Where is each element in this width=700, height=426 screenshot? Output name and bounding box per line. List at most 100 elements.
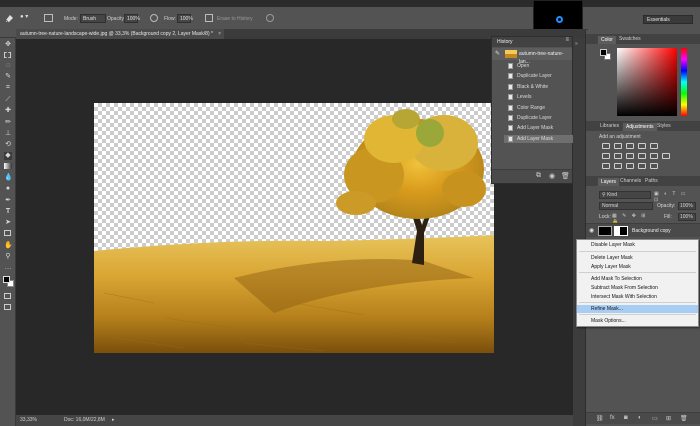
mode-select[interactable]: Brush <box>80 14 106 23</box>
close-tab-icon[interactable]: × <box>218 29 221 39</box>
brightness-icon[interactable] <box>602 143 610 149</box>
hue-slider[interactable] <box>681 48 687 116</box>
exposure-icon[interactable] <box>638 143 646 149</box>
new-layer-icon[interactable]: ⊞ <box>666 415 671 422</box>
more-tools-icon[interactable]: … <box>4 264 12 272</box>
tab-libraries[interactable]: Libraries <box>597 122 622 130</box>
status-menu-arrow-icon[interactable]: ▸ <box>112 415 115 426</box>
brush-tool-icon[interactable]: ✏ <box>4 119 12 127</box>
camera-icon[interactable]: ◉ <box>549 172 555 180</box>
zoom-tool-icon[interactable]: ⚲ <box>4 253 12 261</box>
document-canvas[interactable] <box>94 103 494 353</box>
eyedropper-tool-icon[interactable]: ⟋ <box>4 96 12 104</box>
threshold-icon[interactable] <box>626 163 634 169</box>
history-item[interactable]: Black & White <box>504 83 573 91</box>
hue-saturation-icon[interactable] <box>602 153 610 159</box>
context-menu-item[interactable]: Mask Options... <box>577 317 698 325</box>
photo-filter-icon[interactable] <box>638 153 646 159</box>
pressure-size-icon[interactable] <box>266 14 274 22</box>
history-panel-title[interactable]: History <box>497 38 513 46</box>
blend-mode-select[interactable]: Normal <box>599 202 653 210</box>
fx-icon[interactable]: fx <box>610 415 615 421</box>
brush-preset-picker[interactable]: ● ▾ <box>20 13 38 23</box>
path-selection-tool-icon[interactable]: ➤ <box>4 219 12 227</box>
shape-tool-icon[interactable] <box>4 230 11 236</box>
color-lookup-icon[interactable] <box>662 153 670 159</box>
trash-icon[interactable]: 🗑 <box>561 172 570 180</box>
erase-to-history-checkbox[interactable]: Erase to History <box>217 16 253 22</box>
crop-tool-icon[interactable]: ⌗ <box>4 84 12 92</box>
context-menu-item[interactable]: Apply Layer Mask <box>577 263 698 271</box>
marquee-tool-icon[interactable] <box>4 52 11 58</box>
history-panel-menu-icon[interactable]: ≡ <box>565 37 569 43</box>
tab-paths[interactable]: Paths <box>642 177 661 185</box>
clone-stamp-tool-icon[interactable]: ⊥ <box>4 130 12 138</box>
layer-filter-icons[interactable]: ▣ ◐ T ▭ ⊡ <box>654 191 692 203</box>
history-item[interactable]: Add Layer Mask <box>504 134 573 143</box>
invert-icon[interactable] <box>602 163 610 169</box>
tab-color[interactable]: Color <box>597 35 617 44</box>
eraser-tool-selected-icon[interactable]: ◆ <box>4 152 12 160</box>
type-tool-icon[interactable]: T <box>4 208 12 216</box>
context-menu-item[interactable]: Intersect Mask With Selection <box>577 293 698 301</box>
history-brush-tool-icon[interactable]: ⟲ <box>4 141 12 149</box>
eye-icon[interactable]: ◉ <box>589 227 594 234</box>
document-tab[interactable]: autumn-tree-nature-landscape-wide.jpg @ … <box>16 29 224 39</box>
lasso-tool-icon[interactable]: ◌ <box>4 62 12 70</box>
flow-field[interactable]: 100% <box>177 14 193 23</box>
layer-name[interactable]: Background copy <box>632 227 671 235</box>
tab-adjustments[interactable]: Adjustments <box>622 122 658 131</box>
curves-icon[interactable] <box>626 143 634 149</box>
context-menu-item[interactable]: Add Mask To Selection <box>577 275 698 283</box>
lock-icons[interactable]: ▦ ✎ ✥ ⊞ 🔒 <box>612 213 656 225</box>
brush-panel-toggle-icon[interactable] <box>44 14 53 22</box>
screen-mode-icon[interactable] <box>4 304 11 310</box>
layer-row[interactable]: ◉ Background copy <box>586 223 700 237</box>
link-icon[interactable]: ⛓ <box>596 415 604 422</box>
selective-color-icon[interactable] <box>638 163 646 169</box>
context-menu-item[interactable]: Subtract Mask From Selection <box>577 284 698 292</box>
opacity-field[interactable]: 100% <box>124 14 140 23</box>
gradient-map-icon[interactable] <box>650 163 658 169</box>
channel-mixer-icon[interactable] <box>650 153 658 159</box>
tab-channels[interactable]: Channels <box>617 177 644 185</box>
workspace-select[interactable]: Essentials <box>643 15 693 24</box>
collapse-dock-icon[interactable]: » <box>575 41 578 47</box>
color-balance-icon[interactable] <box>614 153 622 159</box>
adjustment-layer-icon[interactable]: ◐ <box>638 415 642 421</box>
add-mask-icon[interactable]: ◙ <box>624 415 628 421</box>
gradient-tool-icon[interactable] <box>4 163 12 169</box>
history-snapshot-row[interactable]: ✎ autumn-tree-nature-lan... <box>492 48 572 65</box>
tab-styles[interactable]: Styles <box>654 122 674 130</box>
history-item[interactable]: Add Layer Mask <box>504 124 573 132</box>
new-document-from-state-icon[interactable]: ⧉ <box>536 172 541 180</box>
folder-icon[interactable]: ▭ <box>652 415 658 422</box>
vibrance-icon[interactable] <box>650 143 658 149</box>
color-field[interactable] <box>617 48 677 116</box>
posterize-icon[interactable] <box>614 163 622 169</box>
layer-mask-thumbnail[interactable] <box>614 226 628 236</box>
airbrush-icon[interactable] <box>205 14 213 22</box>
context-menu-item[interactable]: Disable Layer Mask <box>577 241 698 249</box>
levels-icon[interactable] <box>614 143 622 149</box>
dodge-tool-icon[interactable]: ● <box>4 185 12 193</box>
history-brush-source-icon[interactable]: ✎ <box>495 50 500 57</box>
history-item[interactable]: Color Range <box>504 104 573 112</box>
quick-selection-tool-icon[interactable]: ✎ <box>4 73 12 81</box>
layer-filter-select[interactable]: ⚲ Kind <box>599 191 651 199</box>
move-tool-icon[interactable]: ✥ <box>4 41 12 49</box>
black-white-icon[interactable] <box>626 153 634 159</box>
tab-swatches[interactable]: Swatches <box>616 35 644 43</box>
foreground-color-swatch[interactable] <box>3 276 10 283</box>
pen-tool-icon[interactable]: ✒ <box>4 197 12 205</box>
hand-tool-icon[interactable]: ✋ <box>4 242 13 250</box>
opacity-pressure-icon[interactable] <box>150 14 158 22</box>
history-item[interactable]: Open <box>504 62 573 70</box>
zoom-level[interactable]: 33,33% <box>20 415 37 426</box>
history-item[interactable]: Levels <box>504 93 573 101</box>
quick-mask-icon[interactable] <box>4 293 11 299</box>
trash-layer-icon[interactable]: 🗑 <box>680 415 688 422</box>
eraser-tool-icon[interactable] <box>4 13 14 23</box>
layer-opacity-field[interactable]: 100% <box>678 202 696 210</box>
context-menu-item[interactable]: Refine Mask... <box>577 305 698 313</box>
